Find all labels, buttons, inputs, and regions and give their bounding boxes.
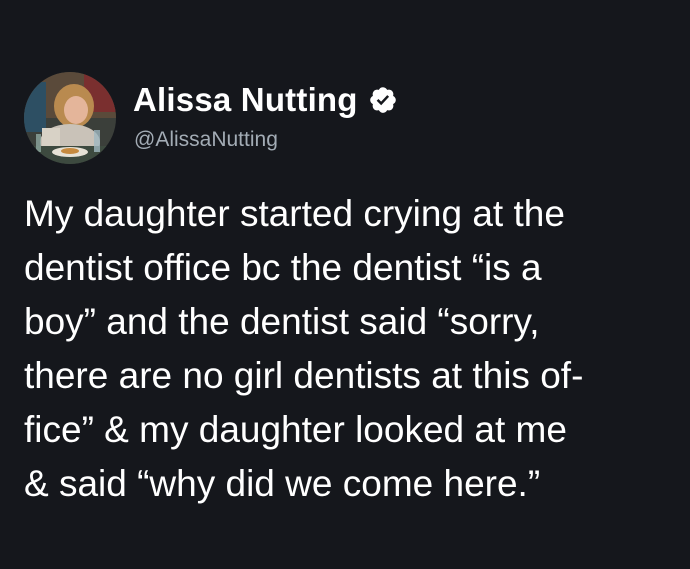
avatar[interactable] xyxy=(24,72,116,164)
tweet-text-line: & said “why did we come here.” xyxy=(24,463,541,504)
tweet-text-line: dentist office bc the dentist “is a xyxy=(24,247,542,288)
tweet-text-line: fice” & my daughter looked at me xyxy=(24,409,567,450)
tweet-text-line: boy” and the dentist said “sorry, xyxy=(24,301,540,342)
tweet-text-line: there are no girl dentists at this of- xyxy=(24,355,584,396)
verified-badge-icon xyxy=(368,85,398,115)
author-handle[interactable]: @AlissaNutting xyxy=(134,128,278,152)
author-name-row: Alissa Nutting xyxy=(133,80,398,120)
profile-photo-icon xyxy=(24,72,116,164)
display-name[interactable]: Alissa Nutting xyxy=(133,81,358,119)
tweet-text: My daughter started crying at the dentis… xyxy=(24,187,674,511)
tweet-text-line: My daughter started crying at the xyxy=(24,193,565,234)
tweet-card: Alissa Nutting @AlissaNutting My daughte… xyxy=(0,0,690,569)
